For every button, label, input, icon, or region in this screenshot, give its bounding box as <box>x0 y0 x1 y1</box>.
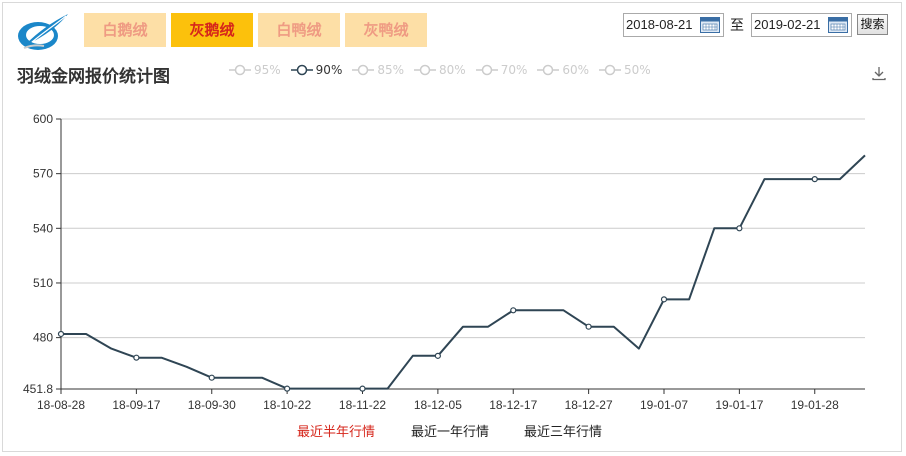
data-point <box>434 352 441 359</box>
y-tick-label: 540 <box>33 221 53 235</box>
data-point <box>736 225 743 232</box>
y-tick-label: 570 <box>33 167 53 181</box>
y-tick-label: 480 <box>33 331 53 345</box>
x-tick-label: 19-01-17 <box>715 398 763 412</box>
x-tick-label: 18-09-30 <box>188 398 236 412</box>
data-point <box>811 176 818 183</box>
data-point <box>133 354 140 361</box>
data-point <box>208 374 215 381</box>
data-point <box>585 323 592 330</box>
x-tick-label: 18-11-22 <box>339 398 386 412</box>
y-tick-label: 510 <box>33 276 53 290</box>
x-tick-label: 18-09-17 <box>112 398 160 412</box>
x-tick-label: 19-01-07 <box>640 398 688 412</box>
data-point <box>284 385 291 392</box>
link-last-one-year[interactable]: 最近一年行情 <box>411 421 489 440</box>
y-tick-label: 451.8 <box>23 382 53 396</box>
x-tick-label: 18-10-22 <box>263 398 311 412</box>
data-point <box>57 330 65 338</box>
x-tick-label: 18-12-27 <box>565 398 613 412</box>
data-point <box>510 307 517 314</box>
data-point <box>660 296 668 303</box>
link-last-three-years[interactable]: 最近三年行情 <box>524 421 602 440</box>
x-tick-label: 18-12-05 <box>414 398 462 412</box>
price-line-chart: 451.8 480 510 540 570 600 18-08-28 18-09-17 18-0… <box>23 112 866 412</box>
x-tick-label: 19-01-28 <box>791 398 839 412</box>
x-tick-label: 18-12-17 <box>489 398 537 412</box>
series-line-90 <box>61 154 866 390</box>
x-tick-label: 18-08-28 <box>37 398 85 412</box>
link-last-half-year[interactable]: 最近半年行情 <box>297 421 375 440</box>
y-tick-label: 600 <box>33 112 53 126</box>
data-point <box>359 385 366 392</box>
